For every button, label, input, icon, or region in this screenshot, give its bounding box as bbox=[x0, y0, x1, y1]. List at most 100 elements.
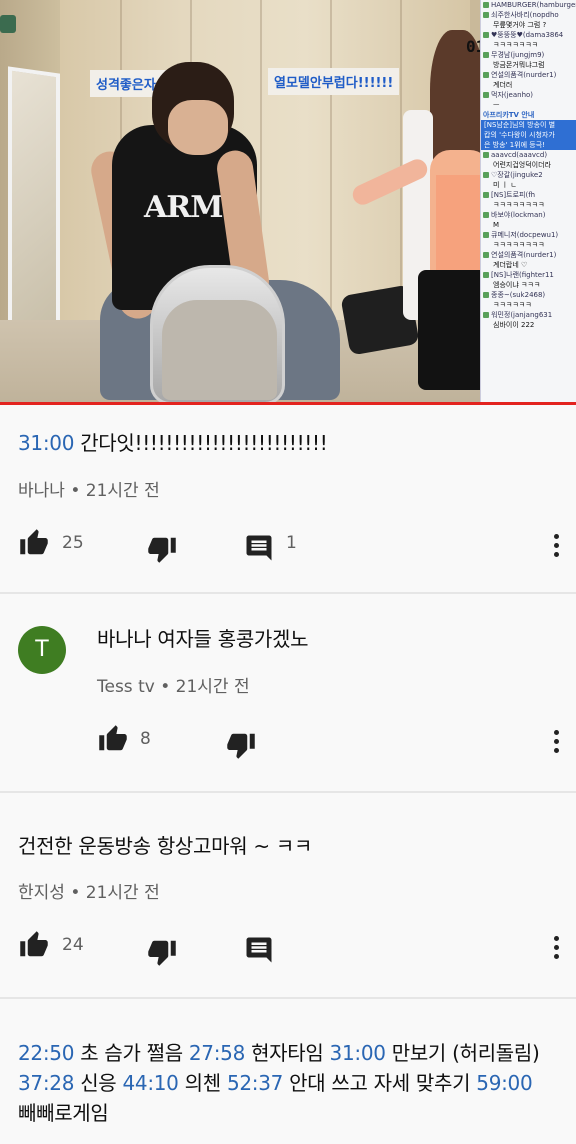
chat-badge-icon bbox=[483, 212, 489, 218]
woman-top bbox=[436, 175, 486, 275]
reply-icon[interactable] bbox=[243, 935, 275, 965]
chat-line: ♥뚱뚱뚱♥(dama3864 bbox=[481, 30, 576, 40]
timestamp-link[interactable]: 37:28 bbox=[18, 1071, 74, 1095]
live-chat-panel: HAMBURGER(hamburger 쇠주한사바리(nopdho 무릎몇거야 그럼… bbox=[480, 0, 576, 405]
like-icon[interactable] bbox=[97, 724, 129, 754]
chat-line: [NS남순]님의 방송이 별 bbox=[481, 120, 576, 130]
woman-skirt bbox=[418, 270, 488, 390]
like-count: 8 bbox=[140, 729, 151, 749]
chat-text: M bbox=[493, 221, 500, 229]
avatar[interactable]: T bbox=[18, 626, 66, 674]
like-icon[interactable] bbox=[18, 930, 50, 960]
chat-text: ♥뚱뚱뚱♥(dama3864 bbox=[491, 31, 564, 39]
chat-badge-icon bbox=[483, 2, 489, 8]
chat-text: 엠승이냐 ㅋㅋㅋ bbox=[493, 281, 541, 289]
like-count: 24 bbox=[62, 935, 84, 955]
chat-badge-icon bbox=[483, 252, 489, 258]
chat-badge-icon bbox=[483, 172, 489, 178]
chat-text: 계더랍네 ♡ bbox=[493, 261, 528, 269]
chat-text: 캅의 '수다왕이 시청자가 bbox=[484, 131, 555, 139]
video-player[interactable]: 성격좋은자 열모델안부럽다!!!!!! ARMY 01 HAMBURGER(ha… bbox=[0, 0, 576, 405]
chat-line: ㅋㅋㅋㅋㅋㅋㅋ bbox=[481, 40, 576, 50]
comment-body: 빼빼로게임 bbox=[18, 1101, 109, 1125]
chat-text: ♡장갈(jinguke2 bbox=[491, 171, 543, 179]
chat-line: 캅의 '수다왕이 시청자가 bbox=[481, 130, 576, 140]
chat-text: 어련지겁엉덕이더라 bbox=[493, 161, 551, 169]
comment-body: 신응 bbox=[74, 1071, 123, 1095]
more-options-icon[interactable] bbox=[552, 936, 560, 964]
chat-text: ㅋㅋㅋㅋㅋㅋㅋ bbox=[493, 41, 539, 49]
chat-text: ㅋㅋㅋㅋㅋㅋ bbox=[493, 301, 532, 309]
chat-badge-icon bbox=[483, 12, 489, 18]
chat-line: 쇠주한사바리(nopdho bbox=[481, 10, 576, 20]
reply-count[interactable]: 1 bbox=[286, 533, 297, 553]
mirror bbox=[8, 66, 60, 334]
comment-author[interactable]: 한지성 bbox=[18, 883, 65, 903]
divider bbox=[0, 592, 576, 594]
dislike-icon[interactable] bbox=[146, 534, 178, 564]
chat-text: 워민정(janjang631 bbox=[491, 311, 553, 319]
meta-separator: • bbox=[64, 481, 86, 501]
divider bbox=[0, 997, 576, 999]
video-progress-bar[interactable] bbox=[0, 402, 576, 405]
chat-text: 먹자(jeanho) bbox=[491, 91, 534, 99]
chat-text: ㅋㅋㅋㅋㅋㅋㅋㅋ bbox=[493, 241, 545, 249]
chat-line: 계더러 bbox=[481, 80, 576, 90]
chat-line: ㅡ bbox=[481, 100, 576, 110]
comment-author[interactable]: Tess tv bbox=[97, 677, 155, 697]
chat-badge-icon bbox=[483, 292, 489, 298]
timestamp-link[interactable]: 52:37 bbox=[227, 1071, 283, 1095]
comment-body: 초 슴가 쩔음 bbox=[74, 1041, 189, 1065]
comment-meta: 한지성 • 21시간 전 bbox=[18, 878, 160, 903]
exercise-machine-seat bbox=[162, 300, 277, 400]
chat-line: M bbox=[481, 220, 576, 230]
comment-meta: 바나나 • 21시간 전 bbox=[18, 476, 160, 501]
timestamp-link[interactable]: 31:00 bbox=[330, 1041, 386, 1065]
chat-line: ♡장갈(jinguke2 bbox=[481, 170, 576, 180]
chat-badge-icon bbox=[483, 192, 489, 198]
chat-line: 아프리카TV 안내 bbox=[481, 110, 576, 120]
more-options-icon[interactable] bbox=[552, 534, 560, 562]
chat-text: [NS남순]님의 방송이 별 bbox=[484, 121, 556, 129]
chat-line: 엠승이냐 ㅋㅋㅋ bbox=[481, 280, 576, 290]
timestamp-link[interactable]: 27:58 bbox=[189, 1041, 245, 1065]
wall-banner-right: 열모델안부럽다!!!!!! bbox=[268, 68, 400, 95]
chat-line: 심바이이 222 bbox=[481, 320, 576, 330]
chat-line: aaavcd(aaavcd) bbox=[481, 150, 576, 160]
chat-text: 바보야(lockman) bbox=[491, 211, 546, 219]
dislike-icon[interactable] bbox=[225, 730, 257, 760]
chat-line: 워민정(janjang631 bbox=[481, 310, 576, 320]
divider bbox=[0, 791, 576, 793]
comment-time: 21시간 전 bbox=[175, 677, 250, 697]
comment-text: 건전한 운동방송 항상고마워 ~ ㅋㅋ bbox=[18, 834, 313, 858]
chat-text: 아프리카TV 안내 bbox=[483, 111, 535, 119]
chat-line: 은 방송' 1위에 등극! bbox=[481, 140, 576, 150]
like-icon[interactable] bbox=[18, 528, 50, 558]
chat-text: 종종~(suk2468) bbox=[491, 291, 546, 299]
reply-icon[interactable] bbox=[243, 533, 275, 563]
chat-line: 큐메니저(docpewu1) bbox=[481, 230, 576, 240]
comment-author[interactable]: 바나나 bbox=[18, 481, 65, 501]
chat-badge-icon bbox=[483, 152, 489, 158]
chat-text: ㅡ bbox=[493, 101, 500, 109]
chat-text: ㅋㅋㅋㅋㅋㅋㅋㅋ bbox=[493, 201, 545, 209]
more-options-icon[interactable] bbox=[552, 730, 560, 758]
chat-text: 큐메니저(docpewu1) bbox=[491, 231, 559, 239]
dislike-icon[interactable] bbox=[146, 937, 178, 967]
comment-text: 22:50 초 슴가 쩔음 27:58 현자타임 31:00 만보기 (허리돌림… bbox=[18, 1038, 548, 1128]
meta-separator: • bbox=[154, 677, 176, 697]
chat-badge-icon bbox=[483, 312, 489, 318]
timestamp-link[interactable]: 22:50 bbox=[18, 1041, 74, 1065]
comment-body: 안대 쓰고 자세 맞추기 bbox=[283, 1071, 477, 1095]
timestamp-link[interactable]: 59:00 bbox=[476, 1071, 532, 1095]
comment-body: 만보기 (허리돌림) bbox=[385, 1041, 540, 1065]
chat-line: ㅋㅋㅋㅋㅋㅋㅋㅋ bbox=[481, 240, 576, 250]
comment-text: 바나나 여자들 홍콩가겠노 bbox=[97, 627, 309, 651]
video-progress-fill bbox=[0, 402, 576, 405]
chat-text: 방금몬거뭐냐그럼 bbox=[493, 61, 545, 69]
comment-meta: Tess tv • 21시간 전 bbox=[97, 672, 250, 697]
chat-text: 은 방송' 1위에 등극! bbox=[484, 141, 545, 149]
timestamp-link[interactable]: 31:00 bbox=[18, 431, 74, 455]
timestamp-link[interactable]: 44:10 bbox=[122, 1071, 178, 1095]
chat-line: 연설의품격(nurder1) bbox=[481, 250, 576, 260]
